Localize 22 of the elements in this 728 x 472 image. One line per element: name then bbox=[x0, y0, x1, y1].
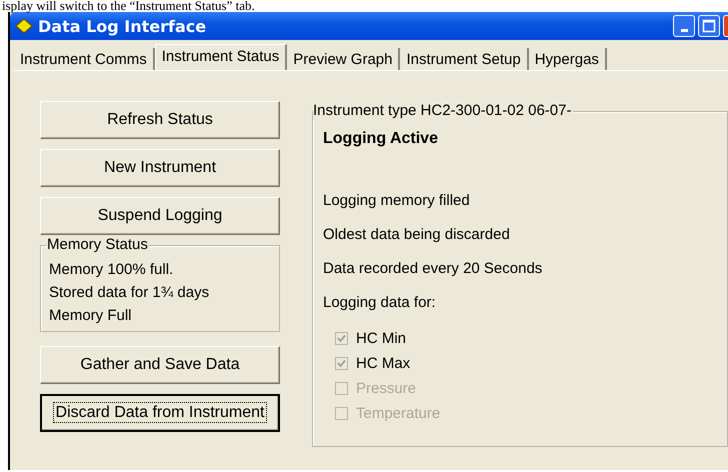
group-title: Memory Status bbox=[47, 236, 148, 254]
action-button[interactable]: Refresh Status bbox=[40, 101, 280, 139]
checkbox-label: HC Min bbox=[356, 330, 406, 347]
document-text: isplay will switch to the “Instrument Status” tab. bbox=[1, 0, 256, 12]
checkbox-label: HC Max bbox=[356, 355, 410, 372]
group-title: Instrument type HC2-300-01-02 06-07- bbox=[313, 102, 574, 120]
logging-state: Logging Active bbox=[323, 130, 439, 148]
checkbox-label: Temperature bbox=[356, 405, 440, 422]
status-text: Memory 100% full. bbox=[49, 260, 174, 280]
status-text: Data recorded every 20 Seconds bbox=[323, 259, 544, 279]
window-title: Data Log Interface bbox=[38, 16, 206, 36]
action-button[interactable]: Discard Data from Instrument bbox=[40, 394, 280, 432]
status-text: Oldest data being discarded bbox=[323, 225, 511, 245]
status-text: Logging memory filled bbox=[323, 191, 471, 211]
action-button[interactable]: New Instrument bbox=[40, 149, 280, 187]
action-button[interactable]: Suspend Logging bbox=[40, 197, 280, 235]
action-button[interactable]: Gather and Save Data bbox=[40, 346, 280, 384]
tab[interactable]: Instrument Status bbox=[154, 44, 288, 70]
status-text: Memory Full bbox=[49, 306, 133, 326]
section-label: Logging data for: bbox=[323, 293, 437, 313]
checkbox-label: Pressure bbox=[356, 380, 416, 397]
status-text: Stored data for 1¾ days bbox=[49, 283, 210, 303]
